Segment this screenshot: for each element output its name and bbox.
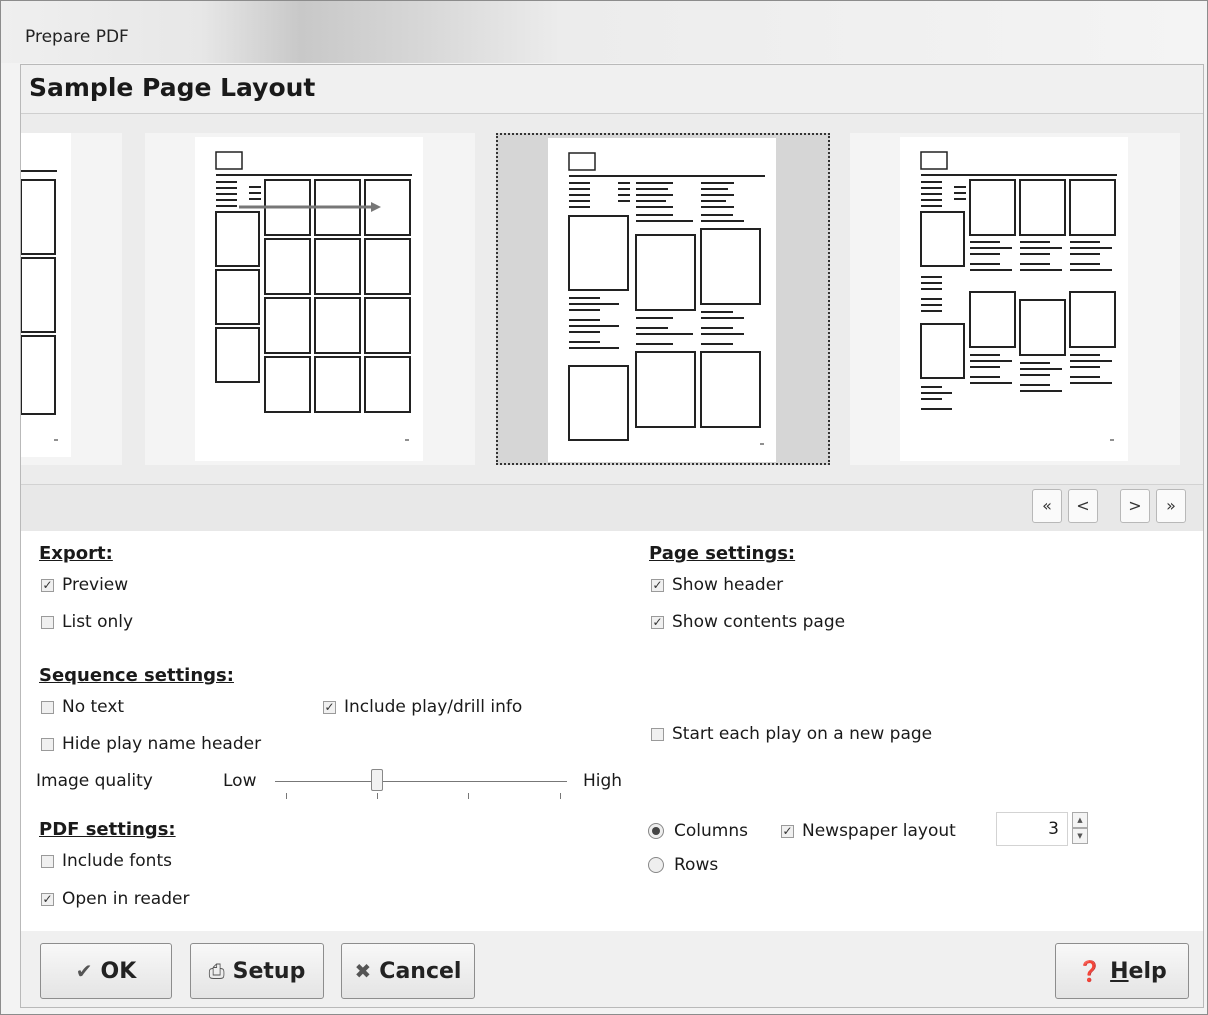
preview-checkbox[interactable]: ✓ Preview [41,575,128,595]
window-title: Prepare PDF [25,27,129,47]
checkbox-box: ✓ [781,823,794,838]
checkbox-box [651,727,664,741]
pdf-section-title: PDF settings: [39,819,176,840]
quality-high-label: High [583,771,623,791]
checkbox-box [41,700,54,714]
checkbox-box: ✓ [41,891,54,906]
cancel-x-icon: ✖ [354,959,372,983]
slider-tick [468,793,469,799]
layout-page-preview [900,137,1128,461]
cancel-button[interactable]: ✖ Cancel [341,943,475,999]
checkbox-label: Include fonts [62,851,172,871]
page-title: Sample Page Layout [29,73,316,102]
checkbox-label: Show header [672,575,784,595]
page-settings-title: Page settings: [649,543,796,564]
no-text-checkbox[interactable]: No text [41,697,124,717]
layout-thumbnail-grid[interactable] [145,133,475,465]
open-reader-checkbox[interactable]: ✓ Open in reader [41,889,189,909]
spin-up-icon[interactable]: ▲ [1072,812,1088,828]
dialog-footer: ✔ OK ⎙ Setup ✖ Cancel ❓ Help [21,931,1203,1007]
list-only-checkbox[interactable]: List only [41,612,133,632]
checkbox-label: Start each play on a new page [672,724,933,744]
layout-thumbnail-columns[interactable] [850,133,1180,465]
checkbox-box: ✓ [41,577,54,592]
checkbox-label: Newspaper layout [802,821,956,841]
layout-page-preview [195,137,423,461]
checkbox-box [41,737,54,751]
include-info-checkbox[interactable]: ✓ Include play/drill info [323,697,522,717]
layout-illustration [568,152,765,445]
next-page-button[interactable]: > [1120,489,1150,523]
column-count-input[interactable]: 3 [996,812,1068,846]
include-fonts-checkbox[interactable]: Include fonts [41,851,172,871]
title-bar[interactable]: Prepare PDF [1,1,1207,63]
radio-label: Rows [674,855,719,875]
slider-thumb[interactable] [371,769,383,791]
prepare-pdf-dialog: Prepare PDF Sample Page Layout « < > » E… [0,0,1208,1015]
quality-low-label: Low [223,771,257,791]
slider-tick [377,793,378,799]
checkbox-box [41,615,54,629]
slider-tick [286,793,287,799]
printer-icon: ⎙ [208,959,225,983]
help-button[interactable]: ❓ Help [1055,943,1189,999]
checkbox-label: Preview [62,575,129,595]
image-quality-label: Image quality [36,771,153,791]
checkbox-label: Hide play name header [62,734,262,754]
layout-thumbnail-newspaper[interactable] [496,133,830,465]
export-section-title: Export: [39,543,113,564]
checkbox-box: ✓ [651,614,664,629]
setup-button-label: Setup [232,958,306,984]
section-header: Sample Page Layout [21,65,1203,114]
rows-radio[interactable]: Rows [648,855,718,875]
spin-down-icon[interactable]: ▼ [1072,828,1088,844]
checkbox-box [41,854,54,868]
hide-header-checkbox[interactable]: Hide play name header [41,734,261,754]
start-new-page-checkbox[interactable]: Start each play on a new page [651,724,932,744]
checkbox-box: ✓ [651,577,664,592]
checkbox-label: Open in reader [62,889,190,909]
layout-illustration [215,151,412,441]
slider-tick [560,793,561,799]
sequence-section-title: Sequence settings: [39,665,234,686]
column-count-spinner[interactable]: ▲ ▼ [1072,812,1088,846]
columns-radio[interactable]: Columns [648,821,748,841]
checkbox-label: List only [62,612,134,632]
checkbox-label: No text [62,697,125,717]
checkbox-box: ✓ [323,699,336,714]
layout-gallery [21,114,1203,484]
radio-label: Columns [674,821,748,841]
newspaper-layout-checkbox[interactable]: ✓ Newspaper layout [781,821,956,841]
checkbox-label: Include play/drill info [344,697,523,717]
dialog-body: Sample Page Layout « < > » Export: ✓ Pre… [20,64,1204,1008]
help-button-label: Help [1110,958,1167,984]
first-page-button[interactable]: « [1032,489,1062,523]
cancel-button-label: Cancel [379,958,462,984]
settings-panel: Export: ✓ Preview List only Sequence set… [21,531,1203,931]
layout-illustration [21,170,58,441]
show-contents-checkbox[interactable]: ✓ Show contents page [651,612,845,632]
gallery-nav-bar: « < > » [21,484,1203,532]
ok-button[interactable]: ✔ OK [40,943,172,999]
show-header-checkbox[interactable]: ✓ Show header [651,575,783,595]
last-page-button[interactable]: » [1156,489,1186,523]
radio-dot [648,823,664,839]
help-icon: ❓ [1077,959,1103,983]
layout-page-preview [21,133,71,457]
checkbox-label: Show contents page [672,612,846,632]
ok-button-label: OK [100,958,137,984]
prev-page-button[interactable]: < [1068,489,1098,523]
layout-illustration [920,151,1117,441]
slider-track [275,781,567,782]
setup-button[interactable]: ⎙ Setup [190,943,324,999]
checkmark-icon: ✔ [75,959,93,983]
layout-thumbnail-partial[interactable] [21,133,122,465]
radio-dot [648,857,664,873]
layout-page-preview [548,138,776,462]
